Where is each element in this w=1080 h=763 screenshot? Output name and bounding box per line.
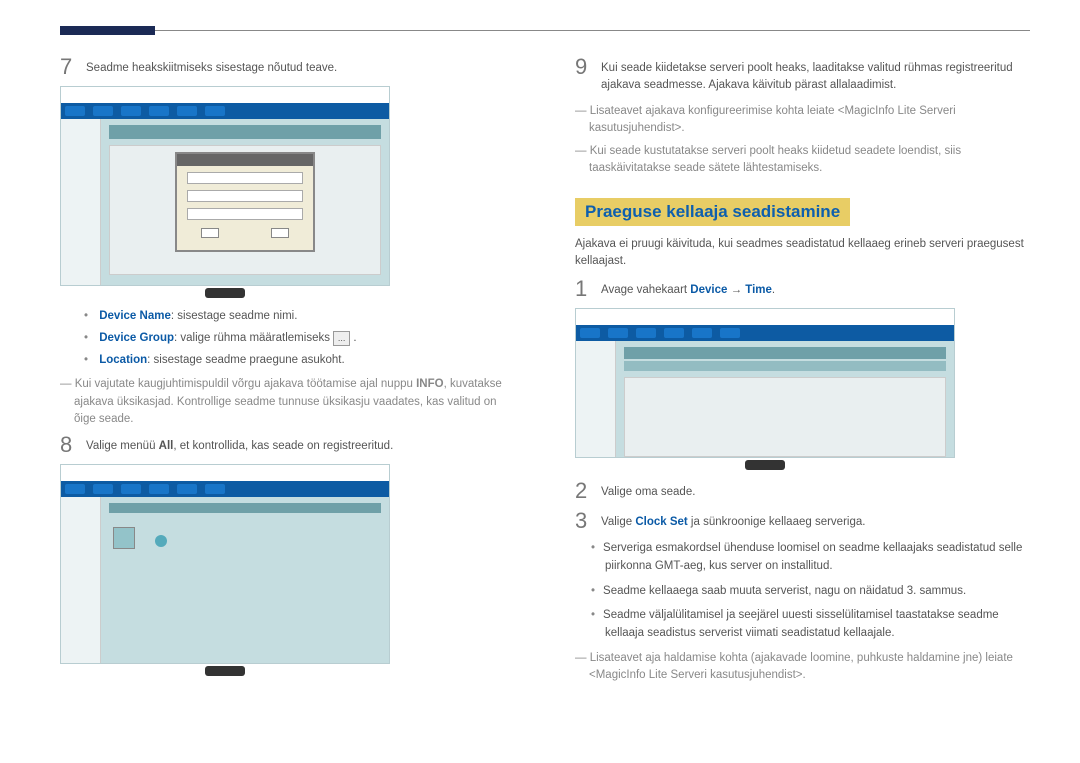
s1a: Avage vahekaart <box>601 284 690 296</box>
location-label: Location <box>99 354 147 366</box>
device-link: Device <box>690 284 727 296</box>
clock-bullets: Serveriga esmakordsel ühenduse loomisel … <box>605 540 1030 643</box>
field-device-name: Device Name: sisestage seadme nimi. <box>84 308 515 324</box>
step-8: 8 Valige menüü All, et kontrollida, kas … <box>60 434 515 456</box>
page-columns: 7 Seadme heakskiitmiseks sisestage nõutu… <box>60 56 1030 691</box>
ellipsis-button-icon: ... <box>333 331 350 346</box>
step8b: , et kontrollida, kas seade on registree… <box>173 440 393 452</box>
step-7-text: Seadme heakskiitmiseks sisestage nõutud … <box>86 56 515 78</box>
step-9-text: Kui seade kiidetakse serveri poolt heaks… <box>601 56 1030 95</box>
step-2: 2 Valige oma seade. <box>575 480 1030 502</box>
bullet-1: Serveriga esmakordsel ühenduse loomisel … <box>605 540 1030 576</box>
time-link: Time <box>745 284 772 296</box>
step8a: Valige menüü <box>86 440 159 452</box>
accent-bar <box>60 26 155 35</box>
note-delete: Kui seade kustutatakse serveri poolt hea… <box>589 143 1030 178</box>
step-num-8: 8 <box>60 434 76 456</box>
s3a: Valige <box>601 516 635 528</box>
field-device-group: Device Group: valige rühma määratlemisek… <box>84 330 515 346</box>
step-9: 9 Kui seade kiidetakse serveri poolt hea… <box>575 56 1030 95</box>
device-name-label: Device Name <box>99 310 171 322</box>
step-num-2: 2 <box>575 480 591 502</box>
page-top-rule <box>60 30 1030 31</box>
step-num-7: 7 <box>60 56 76 78</box>
step-num-9: 9 <box>575 56 591 95</box>
right-column: 9 Kui seade kiidetakse serveri poolt hea… <box>575 56 1030 691</box>
bullet-2: Seadme kellaaega saab muuta serverist, n… <box>605 583 1030 601</box>
device-name-text: : sisestage seadme nimi. <box>171 310 298 322</box>
screenshot-all-menu <box>60 464 390 676</box>
step8-bold: All <box>159 440 174 452</box>
screenshot-device-time <box>575 308 955 470</box>
s3b: ja sünkroonige kellaaeg serveriga. <box>688 516 866 528</box>
note1a: Kui vajutate kaugjuhtimispuldil võrgu aj… <box>75 378 416 390</box>
step-num-3: 3 <box>575 510 591 532</box>
step-1: 1 Avage vahekaart Device → Time. <box>575 278 1030 300</box>
device-group-text: : valige rühma määratlemiseks <box>174 332 333 344</box>
clock-set-link: Clock Set <box>635 516 687 528</box>
note-time-mgmt: Lisateavet aja haldamise kohta (ajakavad… <box>589 650 1030 685</box>
step-2-text: Valige oma seade. <box>601 480 1030 502</box>
left-column: 7 Seadme heakskiitmiseks sisestage nõutu… <box>60 56 515 691</box>
field-location: Location: sisestage seadme praegune asuk… <box>84 352 515 368</box>
note-config: Lisateavet ajakava konfigureerimise koht… <box>589 103 1030 138</box>
step-1-text: Avage vahekaart Device → Time. <box>601 278 1030 300</box>
field-list: Device Name: sisestage seadme nimi. Devi… <box>84 308 515 368</box>
play-icon <box>147 527 169 549</box>
approve-dialog <box>175 152 315 252</box>
info-bold: INFO <box>416 378 443 390</box>
step-num-1: 1 <box>575 278 591 300</box>
step-8-text: Valige menüü All, et kontrollida, kas se… <box>86 434 515 456</box>
step-3: 3 Valige Clock Set ja sünkroonige kellaa… <box>575 510 1030 532</box>
s1dot: . <box>772 284 775 296</box>
clock-intro: Ajakava ei pruugi käivituda, kui seadmes… <box>575 236 1030 271</box>
step-7: 7 Seadme heakskiitmiseks sisestage nõutu… <box>60 56 515 78</box>
location-text: : sisestage seadme praegune asukoht. <box>147 354 345 366</box>
step-3-text: Valige Clock Set ja sünkroonige kellaaeg… <box>601 510 1030 532</box>
info-note: Kui vajutate kaugjuhtimispuldil võrgu aj… <box>74 376 515 428</box>
clock-heading: Praeguse kellaaja seadistamine <box>575 198 850 226</box>
device-group-label: Device Group <box>99 332 174 344</box>
screenshot-approve-dialog <box>60 86 390 298</box>
section-heading: Praeguse kellaaja seadistamine <box>575 184 1030 236</box>
arrow-icon: → <box>727 284 745 296</box>
bullet-3: Seadme väljalülitamisel ja seejärel uues… <box>605 607 1030 643</box>
